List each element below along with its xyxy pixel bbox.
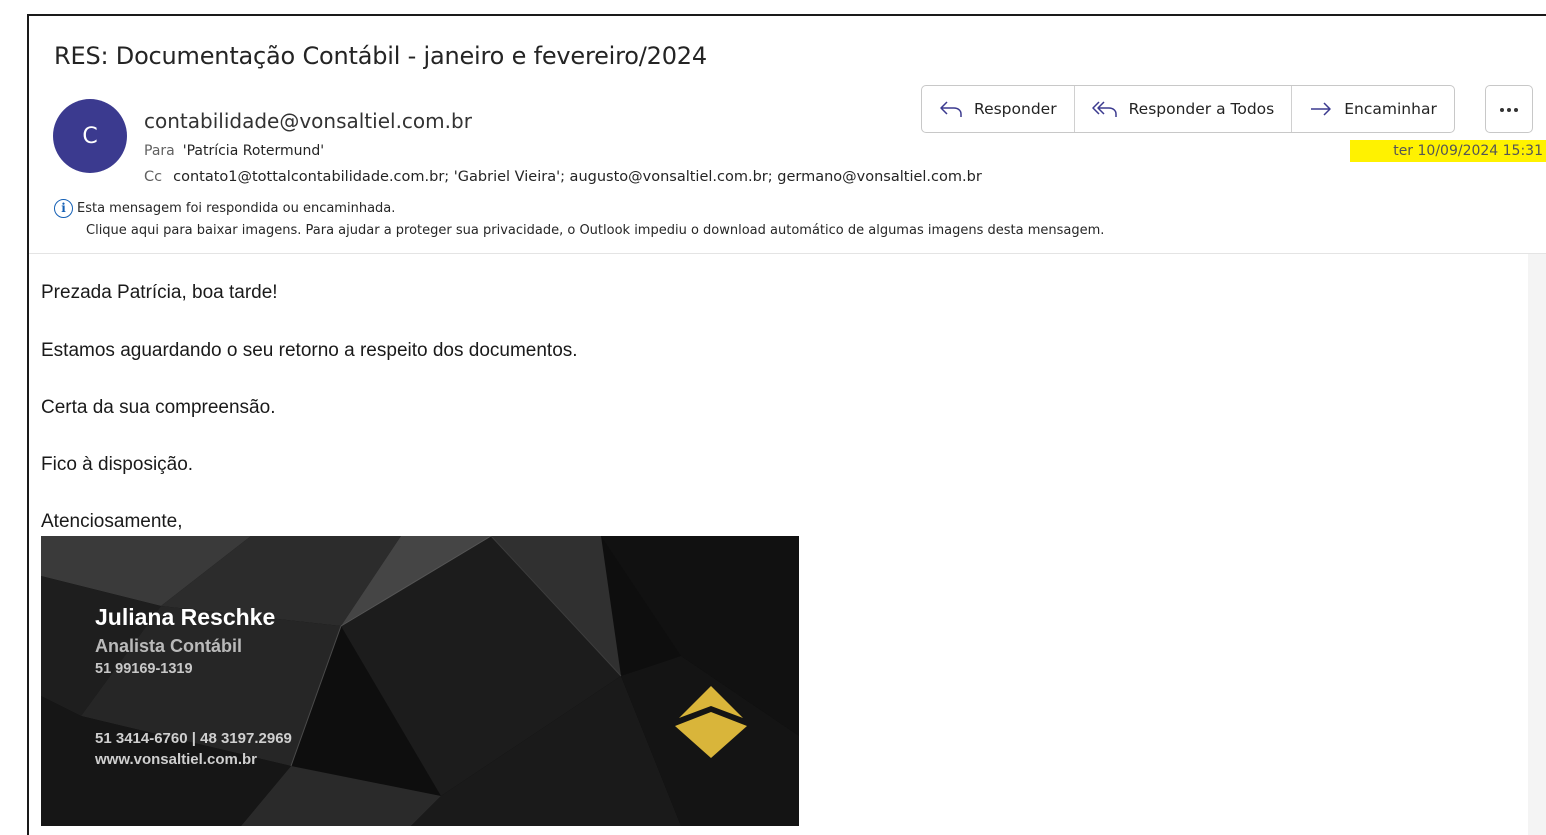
signature-banner: Juliana Reschke Analista Contábil 51 991… (41, 536, 799, 826)
to-value[interactable]: 'Patrícia Rotermund' (183, 143, 324, 159)
download-images-link[interactable]: Clique aqui para baixar imagens. Para aj… (86, 223, 1104, 238)
reply-all-icon (1091, 100, 1118, 118)
to-label: Para (144, 143, 175, 159)
to-recipients: Para 'Patrícia Rotermund' (144, 143, 324, 159)
header-divider (29, 253, 1546, 254)
cc-label: Cc (144, 169, 163, 185)
signature-website: www.vonsaltiel.com.br (95, 751, 257, 768)
sender-avatar[interactable]: C (53, 99, 127, 173)
info-replied-text: Esta mensagem foi respondida ou encaminh… (77, 201, 396, 216)
sent-date: ter 10/09/2024 15:31 (1350, 140, 1546, 162)
more-actions-button[interactable] (1485, 85, 1533, 133)
body-closing: Atenciosamente, (41, 511, 183, 532)
body-line-1: Estamos aguardando o seu retorno a respe… (41, 340, 578, 361)
body-line-2: Certa da sua compreensão. (41, 397, 276, 418)
reply-label: Responder (974, 100, 1057, 118)
reply-all-button[interactable]: Responder a Todos (1075, 86, 1293, 132)
signature-role: Analista Contábil (95, 636, 243, 656)
message-actions-toolbar: Responder Responder a Todos Encaminhar (921, 85, 1455, 133)
signature-phones: 51 3414-6760 | 48 3197.2969 (95, 730, 292, 747)
forward-arrow-icon (1309, 100, 1333, 118)
signature-cell-phone: 51 99169-1319 (95, 661, 193, 677)
email-subject: RES: Documentação Contábil - janeiro e f… (54, 42, 707, 70)
info-bar: i Esta mensagem foi respondida ou encami… (54, 199, 1104, 238)
forward-label: Encaminhar (1344, 100, 1437, 118)
info-icon: i (54, 199, 73, 218)
email-reading-pane: RES: Documentação Contábil - janeiro e f… (27, 14, 1546, 835)
more-horizontal-icon (1499, 100, 1519, 118)
reply-button[interactable]: Responder (922, 86, 1075, 132)
cc-recipients: Cc contato1@tottalcontabilidade.com.br; '… (144, 169, 982, 185)
body-line-3: Fico à disposição. (41, 454, 194, 475)
reply-icon (939, 100, 963, 118)
signature-name: Juliana Reschke (95, 604, 276, 630)
avatar-initial: C (82, 123, 98, 149)
sender-address[interactable]: contabilidade@vonsaltiel.com.br (144, 109, 472, 133)
company-logo-icon (675, 686, 747, 758)
cc-value[interactable]: contato1@tottalcontabilidade.com.br; 'Ga… (173, 169, 982, 185)
scrollbar-track[interactable] (1528, 254, 1546, 835)
reply-all-label: Responder a Todos (1128, 100, 1275, 118)
signature-background (41, 536, 799, 826)
body-greeting: Prezada Patrícia, boa tarde! (41, 282, 278, 303)
forward-button[interactable]: Encaminhar (1292, 86, 1454, 132)
